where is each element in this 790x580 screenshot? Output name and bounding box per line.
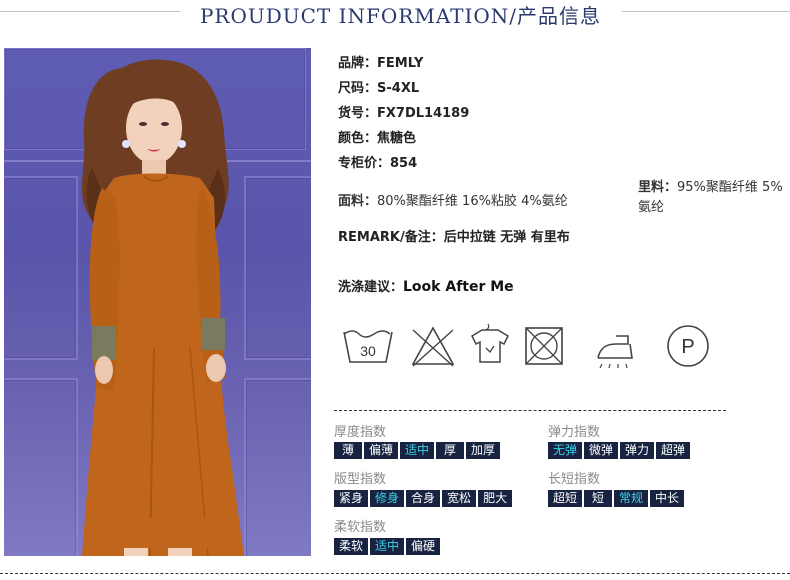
wash-advice: 洗涤建议：Look After Me: [338, 279, 514, 295]
elasticity-index-label: 弹力指数: [548, 425, 601, 440]
spec-price: 专柜价：854: [338, 156, 418, 171]
softness-option: 柔软: [334, 538, 369, 555]
softness-option: 偏硬: [406, 538, 441, 555]
thickness-options: 薄 偏薄 适中 厚 加厚: [334, 442, 501, 459]
fit-options: 紧身 修身 合身 宽松 肥大: [334, 490, 513, 507]
product-photo: [4, 48, 311, 556]
wash-30-icon: 30: [343, 330, 393, 363]
length-option-selected: 常规: [614, 490, 649, 507]
header-rule-right: [622, 11, 790, 12]
fit-index-label: 版型指数: [334, 472, 387, 487]
fit-option: 肥大: [478, 490, 513, 507]
fit-option-selected: 修身: [370, 490, 405, 507]
elasticity-options: 无弹 微弹 弹力 超弹: [548, 442, 691, 459]
spec-item-no: 货号：FX7DL14189: [338, 106, 470, 121]
elasticity-option: 微弹: [584, 442, 619, 459]
elasticity-option: 超弹: [656, 442, 691, 459]
spec-brand: 品牌：FEMLY: [338, 56, 424, 71]
svg-text:P: P: [681, 336, 694, 358]
thickness-option: 偏薄: [364, 442, 399, 459]
fit-option: 合身: [406, 490, 441, 507]
svg-text:30: 30: [360, 343, 376, 359]
thickness-option: 薄: [334, 442, 362, 459]
divider: [0, 573, 790, 574]
fit-option: 宽松: [442, 490, 477, 507]
thickness-option-selected: 适中: [400, 442, 435, 459]
spec-remark: REMARK/备注：后中拉链 无弹 有里布: [338, 230, 570, 245]
no-tumble-dry-icon: [525, 327, 563, 365]
no-bleach-icon: [411, 326, 455, 367]
elasticity-option: 弹力: [620, 442, 655, 459]
header-rule-left: [0, 11, 180, 12]
length-option: 中长: [650, 490, 685, 507]
spec-size: 尺码：S-4XL: [338, 81, 420, 96]
spec-fabric: 面料：80%聚酯纤维 16%粘胶 4%氨纶: [338, 194, 568, 209]
length-option: 超短: [548, 490, 583, 507]
model-figure: [81, 59, 244, 556]
thickness-index-label: 厚度指数: [334, 425, 387, 440]
dry-clean-p-icon: P: [667, 325, 709, 367]
length-index-label: 长短指数: [548, 472, 601, 487]
thickness-option: 加厚: [466, 442, 501, 459]
softness-index-label: 柔软指数: [334, 520, 387, 535]
hang-dry-icon: [471, 323, 509, 363]
thickness-option: 厚: [436, 442, 465, 459]
divider: [334, 410, 726, 411]
length-options: 超短 短 常规 中长: [548, 490, 685, 507]
length-option: 短: [584, 490, 613, 507]
softness-option-selected: 适中: [370, 538, 405, 555]
elasticity-option-selected: 无弹: [548, 442, 583, 459]
spec-color: 颜色：焦糖色: [338, 131, 417, 146]
softness-options: 柔软 适中 偏硬: [334, 538, 441, 555]
spec-lining: 里料：95%聚酯纤维 5%氨纶: [638, 180, 783, 215]
section-title: PROUDUCT INFORMATION/产品信息: [199, 4, 602, 28]
iron-icon: [597, 335, 633, 369]
fit-option: 紧身: [334, 490, 369, 507]
